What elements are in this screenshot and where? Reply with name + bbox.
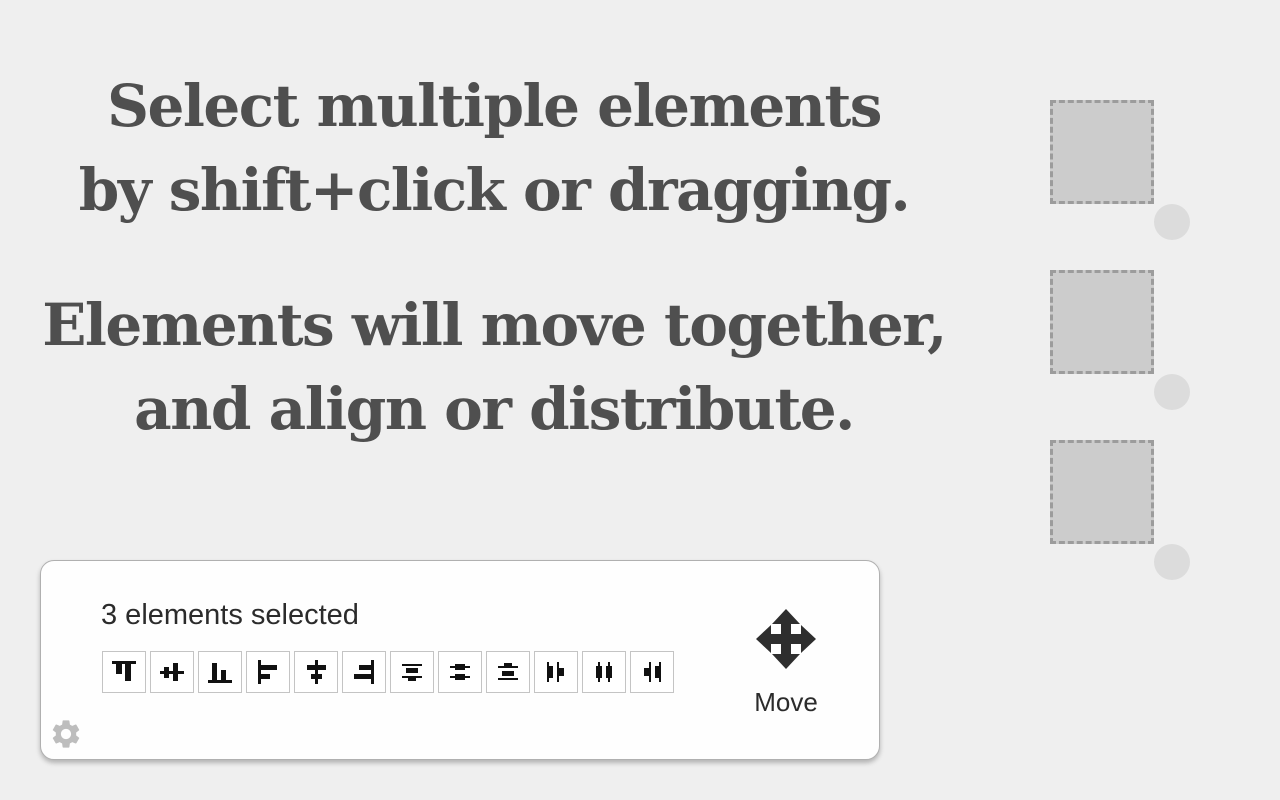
element-3-handle[interactable] (1154, 544, 1190, 580)
distribute-horizontal-center-button[interactable] (582, 651, 626, 693)
distribute-bottom-button[interactable] (486, 651, 530, 693)
distribute-vertical-center-icon (450, 664, 470, 680)
selected-element-3[interactable] (1050, 440, 1154, 544)
align-left-icon (258, 660, 277, 684)
align-top-icon (112, 661, 136, 681)
align-horizontal-center-icon (307, 660, 326, 684)
move-arrows-icon (756, 609, 816, 669)
headline-select: Select multiple elements by shift+click … (0, 64, 988, 232)
distribute-left-button[interactable] (534, 651, 578, 693)
align-right-icon (354, 660, 374, 684)
headline-move: Elements will move together, and align o… (0, 283, 988, 451)
align-bottom-button[interactable] (198, 651, 242, 693)
align-top-button[interactable] (102, 651, 146, 693)
distribute-right-icon (644, 662, 661, 682)
align-distribute-buttons (102, 651, 674, 693)
distribute-vertical-center-button[interactable] (438, 651, 482, 693)
align-bottom-icon (208, 663, 232, 683)
align-horizontal-center-button[interactable] (294, 651, 338, 693)
align-right-button[interactable] (342, 651, 386, 693)
align-vertical-center-button[interactable] (150, 651, 194, 693)
distribute-left-icon (547, 662, 564, 682)
distribute-bottom-icon (498, 663, 518, 680)
distribute-top-icon (402, 664, 422, 681)
element-1-handle[interactable] (1154, 204, 1190, 240)
headline-move-line-2: and align or distribute. (134, 375, 855, 443)
distribute-horizontal-center-icon (596, 662, 612, 682)
headline-select-line-2: by shift+click or dragging. (78, 156, 911, 224)
headline-move-line-1: Elements will move together, (42, 291, 947, 359)
gear-icon[interactable] (49, 717, 83, 751)
move-button[interactable]: Move (741, 607, 831, 718)
selection-count: 3 elements selected (101, 599, 359, 631)
distribute-top-button[interactable] (390, 651, 434, 693)
align-left-button[interactable] (246, 651, 290, 693)
selected-element-2[interactable] (1050, 270, 1154, 374)
distribute-right-button[interactable] (630, 651, 674, 693)
selection-toolbar: 3 elements selected Move (40, 560, 880, 760)
move-label: Move (754, 687, 818, 717)
element-2-handle[interactable] (1154, 374, 1190, 410)
align-vertical-center-icon (160, 663, 184, 681)
selected-element-1[interactable] (1050, 100, 1154, 204)
headline-select-line-1: Select multiple elements (107, 72, 882, 140)
